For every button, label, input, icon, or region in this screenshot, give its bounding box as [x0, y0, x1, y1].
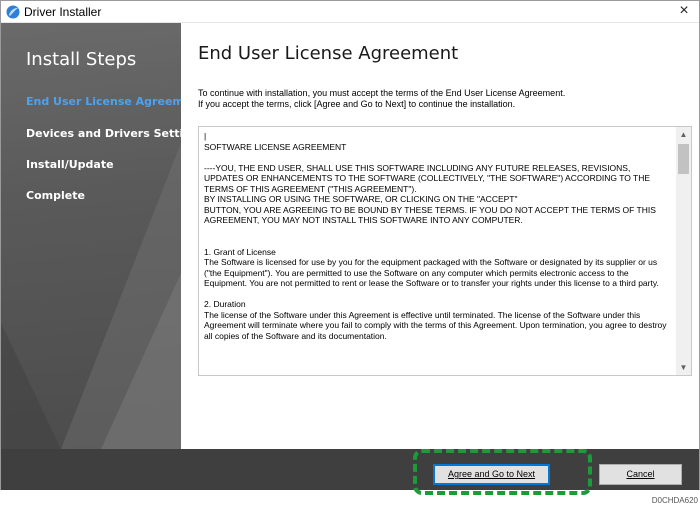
page-title: End User License Agreement [198, 43, 459, 64]
license-text-area[interactable]: | SOFTWARE LICENSE AGREEMENT ----YOU, TH… [198, 126, 692, 376]
sidebar-decoration [1, 143, 181, 449]
installer-window: Driver Installer × Install Steps End Use… [0, 0, 700, 490]
installer-app-icon [6, 5, 20, 19]
intro-line-1: To continue with installation, you must … [198, 88, 566, 98]
title-bar: Driver Installer × [1, 1, 699, 23]
scroll-down-icon[interactable]: ▼ [676, 360, 691, 375]
scroll-up-icon[interactable]: ▲ [676, 127, 691, 142]
step-end-user-license-agreement: End User License Agreement [26, 95, 181, 108]
cancel-button[interactable]: Cancel [599, 464, 682, 485]
close-icon[interactable]: × [669, 1, 699, 23]
cancel-button-label: Cancel [626, 469, 655, 479]
license-scrollbar[interactable]: ▲ ▼ [676, 127, 691, 375]
intro-text: To continue with installation, you must … [198, 88, 688, 110]
license-text: | SOFTWARE LICENSE AGREEMENT ----YOU, TH… [204, 131, 667, 341]
step-install-update: Install/Update [26, 158, 114, 171]
window-title: Driver Installer [24, 5, 102, 19]
scroll-thumb[interactable] [678, 144, 689, 174]
sidebar: Install Steps End User License Agreement… [1, 23, 181, 449]
intro-line-2: If you accept the terms, click [Agree an… [198, 99, 516, 109]
figure-code: D0CHDA620 [651, 496, 698, 505]
sidebar-title: Install Steps [26, 49, 137, 70]
step-devices-and-drivers-settings: Devices and Drivers Settings [26, 127, 181, 140]
main-content: End User License Agreement To continue w… [181, 23, 699, 449]
footer-bar: Agree and Go to Next Cancel [1, 449, 699, 490]
step-complete: Complete [26, 189, 85, 202]
highlight-callout [413, 449, 592, 495]
